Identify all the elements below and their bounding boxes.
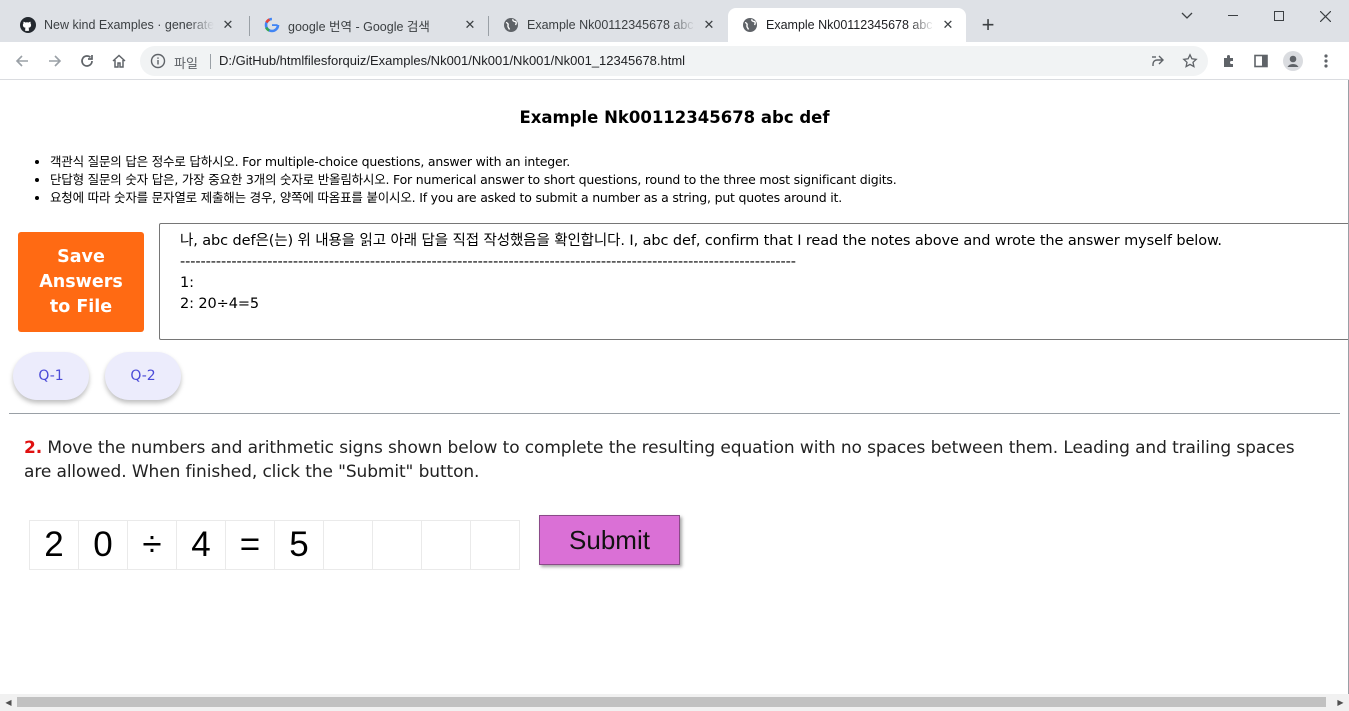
tab-example-active[interactable]: Example Nk00112345678 abc def ✕ — [728, 8, 966, 42]
scroll-left-icon[interactable]: ◀ — [0, 694, 17, 711]
note-item: 요청에 따라 숫자를 문자열로 제출해는 경우, 양쪽에 따옴표를 붙이시오. … — [50, 189, 897, 207]
url-text[interactable]: D:/GitHub/htmlfilesforquiz/Examples/Nk00… — [219, 53, 685, 68]
save-answers-label: Save Answers to File — [39, 246, 123, 317]
side-panel-icon[interactable] — [1246, 46, 1276, 76]
close-tab-icon[interactable]: ✕ — [462, 17, 478, 33]
profile-avatar-icon[interactable] — [1278, 46, 1308, 76]
bookmark-star-icon[interactable] — [1180, 51, 1200, 71]
equation-cell-empty[interactable] — [470, 520, 520, 570]
close-window-icon[interactable] — [1302, 0, 1348, 32]
maximize-icon[interactable] — [1256, 0, 1302, 32]
scroll-right-icon[interactable]: ▶ — [1332, 694, 1349, 711]
submit-button[interactable]: Submit — [539, 515, 680, 565]
close-tab-icon[interactable]: ✕ — [940, 17, 956, 33]
question-1-button[interactable]: Q-1 — [13, 352, 89, 400]
tab-title: Example Nk00112345678 abc def — [766, 18, 934, 32]
note-item: 객관식 질문의 답은 정수로 답하시오. For multiple-choice… — [50, 153, 897, 171]
question-text: Move the numbers and arithmetic signs sh… — [24, 438, 1295, 482]
divider — [9, 413, 1340, 414]
note-item: 단답형 질문의 숫자 답은, 가장 중요한 3개의 숫자로 반올림하시오. Fo… — [50, 171, 897, 189]
github-icon — [20, 17, 36, 33]
tab-google[interactable]: google 번역 - Google 검색 ✕ — [250, 8, 488, 42]
equation-cell[interactable]: 5 — [274, 520, 324, 570]
reload-icon[interactable] — [72, 46, 102, 76]
notes-list: 객관식 질문의 답은 정수로 답하시오. For multiple-choice… — [50, 153, 897, 207]
share-icon[interactable] — [1148, 51, 1168, 71]
extensions-icon[interactable] — [1214, 46, 1244, 76]
tab-search-icon[interactable] — [1164, 0, 1210, 32]
info-icon[interactable] — [150, 53, 166, 69]
address-separator — [210, 54, 211, 69]
file-scheme-label: 파일 — [174, 57, 198, 72]
question-number: 2. — [24, 438, 43, 458]
equation-cell-empty[interactable] — [421, 520, 471, 570]
forward-icon[interactable] — [40, 46, 70, 76]
equation-cell[interactable]: = — [225, 520, 275, 570]
question-2-button[interactable]: Q-2 — [105, 352, 181, 400]
back-icon[interactable] — [7, 46, 37, 76]
menu-kebab-icon[interactable] — [1311, 46, 1341, 76]
equation-cell[interactable]: 2 — [29, 520, 79, 570]
horizontal-scrollbar[interactable]: ◀ ▶ — [0, 694, 1349, 711]
equation-cell[interactable]: 4 — [176, 520, 226, 570]
google-icon — [264, 17, 280, 33]
home-icon[interactable] — [104, 46, 134, 76]
close-tab-icon[interactable]: ✕ — [701, 17, 717, 33]
tab-title: Example Nk00112345678 abc def — [527, 18, 695, 32]
question-text-block: 2. Move the numbers and arithmetic signs… — [24, 436, 1324, 484]
scrollbar-thumb[interactable] — [17, 697, 1326, 707]
globe-icon — [503, 17, 519, 33]
equation-cell[interactable]: ÷ — [127, 520, 177, 570]
equation-cell-empty[interactable] — [323, 520, 373, 570]
new-tab-button[interactable]: + — [976, 14, 1000, 38]
browser-toolbar: 파일 D:/GitHub/htmlfilesforquiz/Examples/N… — [0, 42, 1349, 80]
tab-strip: New kind Examples · generateN ✕ google 번… — [0, 0, 1349, 42]
tab-github[interactable]: New kind Examples · generateN ✕ — [6, 8, 246, 42]
minimize-icon[interactable] — [1210, 0, 1256, 32]
close-tab-icon[interactable]: ✕ — [220, 17, 236, 33]
address-bar[interactable]: 파일 D:/GitHub/htmlfilesforquiz/Examples/N… — [140, 46, 1208, 76]
tab-example-1[interactable]: Example Nk00112345678 abc def ✕ — [489, 8, 727, 42]
page-title: Example Nk00112345678 abc def — [519, 108, 830, 127]
tab-title: New kind Examples · generateN — [44, 18, 214, 32]
globe-icon — [742, 17, 758, 33]
equation-cells: 2 0 ÷ 4 = 5 — [29, 520, 520, 570]
equation-cell[interactable]: 0 — [78, 520, 128, 570]
tab-title: google 번역 - Google 검색 — [288, 19, 430, 34]
answer-textarea[interactable]: 나, abc def은(는) 위 내용을 읽고 아래 답을 직접 작성했음을 확… — [159, 223, 1349, 340]
equation-cell-empty[interactable] — [372, 520, 422, 570]
save-answers-button[interactable]: Save Answers to File — [18, 232, 144, 332]
